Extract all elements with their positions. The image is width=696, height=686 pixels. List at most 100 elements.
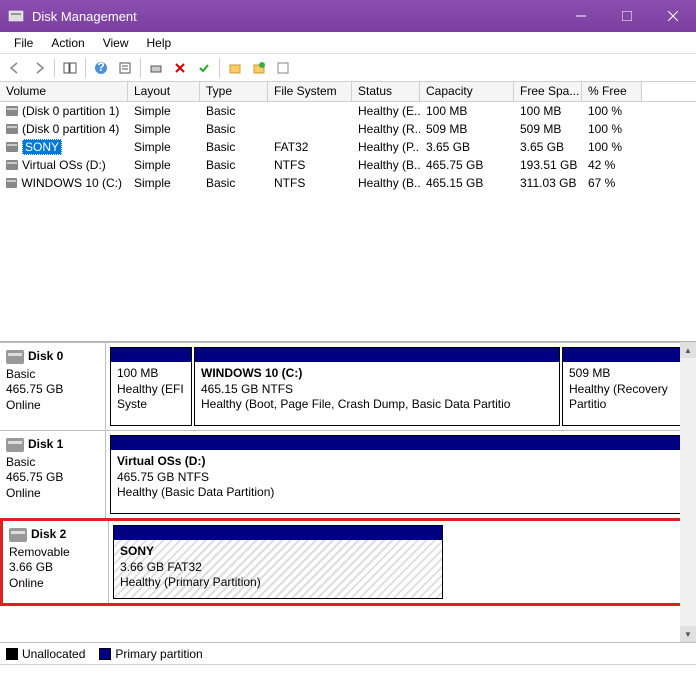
disk-status: Online	[6, 486, 99, 502]
partition-d1-p0[interactable]: Virtual OSs (D:)465.75 GB NTFSHealthy (B…	[110, 435, 692, 514]
action-button[interactable]	[145, 57, 167, 79]
partition-d0-p1[interactable]: WINDOWS 10 (C:)465.15 GB NTFSHealthy (Bo…	[194, 347, 560, 426]
volume-name: Virtual OSs (D:)	[22, 158, 106, 172]
svg-text:?: ?	[97, 61, 104, 74]
disk-name: Disk 0	[28, 349, 63, 365]
disk-size: 465.75 GB	[6, 470, 99, 486]
volume-row[interactable]: (Disk 0 partition 1) SimpleBasic Healthy (…	[0, 102, 696, 120]
back-button[interactable]	[4, 57, 26, 79]
cell-status: Healthy (R...	[352, 122, 420, 136]
properties-button[interactable]	[272, 57, 294, 79]
menu-bar: File Action View Help	[0, 32, 696, 54]
cell-free: 100 MB	[514, 104, 582, 118]
menu-file[interactable]: File	[6, 34, 41, 52]
cell-capacity: 509 MB	[420, 122, 514, 136]
toolbar: ?	[0, 54, 696, 82]
partition-d0-p2[interactable]: 509 MBHealthy (Recovery Partitio	[562, 347, 692, 426]
volume-list: Volume Layout Type File System Status Ca…	[0, 82, 696, 342]
maximize-button[interactable]	[604, 0, 650, 32]
menu-help[interactable]: Help	[139, 34, 180, 52]
disk-status: Online	[6, 398, 99, 414]
disk-type: Basic	[6, 455, 99, 471]
cell-layout: Simple	[128, 158, 200, 172]
disk-label-0[interactable]: Disk 0 Basic 465.75 GB Online	[0, 343, 106, 430]
col-free[interactable]: Free Spa...	[514, 82, 582, 101]
volume-icon	[6, 178, 17, 188]
cell-layout: Simple	[128, 122, 200, 136]
new-folder-button[interactable]	[224, 57, 246, 79]
col-type[interactable]: Type	[200, 82, 268, 101]
show-hide-console-button[interactable]	[59, 57, 81, 79]
disk-name: Disk 2	[31, 527, 66, 543]
volume-row[interactable]: WINDOWS 10 (C:)SimpleBasicNTFSHealthy (B…	[0, 174, 696, 192]
disk-label-1[interactable]: Disk 1 Basic 465.75 GB Online	[0, 431, 106, 518]
volume-list-header: Volume Layout Type File System Status Ca…	[0, 82, 696, 102]
cell-fs: FAT32	[268, 140, 352, 154]
disk-name: Disk 1	[28, 437, 63, 453]
cell-layout: Simple	[128, 140, 200, 154]
disk-label-2[interactable]: Disk 2 Removable 3.66 GB Online	[3, 521, 109, 603]
approve-button[interactable]	[193, 57, 215, 79]
volume-row[interactable]: (Disk 0 partition 4)SimpleBasicHealthy (…	[0, 120, 696, 138]
scroll-down-button[interactable]: ▼	[680, 626, 696, 642]
cell-status: Healthy (E...	[352, 104, 420, 118]
legend-label: Unallocated	[22, 647, 85, 661]
volume-name: (Disk 0 partition 1)	[22, 104, 119, 118]
disk-icon	[6, 438, 24, 452]
forward-button[interactable]	[28, 57, 50, 79]
col-capacity[interactable]: Capacity	[420, 82, 514, 101]
cell-type: Basic	[200, 104, 268, 118]
close-button[interactable]	[650, 0, 696, 32]
window-title: Disk Management	[32, 9, 558, 24]
help-button[interactable]: ?	[90, 57, 112, 79]
settings-button[interactable]	[114, 57, 136, 79]
cell-status: Healthy (P...	[352, 140, 420, 154]
scroll-up-button[interactable]: ▲	[680, 342, 696, 358]
disk-icon	[9, 528, 27, 542]
new-item-button[interactable]	[248, 57, 270, 79]
cell-status: Healthy (B...	[352, 176, 420, 190]
legend-label: Primary partition	[115, 647, 202, 661]
legend-swatch-primary	[99, 648, 111, 660]
disk-size: 3.66 GB	[9, 560, 102, 576]
disk-row-2: Disk 2 Removable 3.66 GB Online SONY3.66…	[0, 518, 696, 606]
minimize-button[interactable]	[558, 0, 604, 32]
volume-row[interactable]: SONYSimpleBasicFAT32Healthy (P...3.65 GB…	[0, 138, 696, 156]
menu-action[interactable]: Action	[43, 34, 92, 52]
disk-row-1: Disk 1 Basic 465.75 GB Online Virtual OS…	[0, 430, 696, 518]
delete-button[interactable]	[169, 57, 191, 79]
col-volume[interactable]: Volume	[0, 82, 128, 101]
col-filesystem[interactable]: File System	[268, 82, 352, 101]
volume-row[interactable]: Virtual OSs (D:)SimpleBasicNTFSHealthy (…	[0, 156, 696, 174]
cell-free: 509 MB	[514, 122, 582, 136]
disk-type: Basic	[6, 367, 99, 383]
legend-swatch-unallocated	[6, 648, 18, 660]
disk-size: 465.75 GB	[6, 382, 99, 398]
cell-free: 193.51 GB	[514, 158, 582, 172]
cell-layout: Simple	[128, 104, 200, 118]
cell-layout: Simple	[128, 176, 200, 190]
partition-d0-p0[interactable]: 100 MBHealthy (EFI Syste	[110, 347, 192, 426]
menu-view[interactable]: View	[95, 34, 137, 52]
title-bar: Disk Management	[0, 0, 696, 32]
status-bar	[0, 664, 696, 684]
vertical-scrollbar[interactable]: ▲ ▼	[680, 342, 696, 642]
volume-icon	[6, 160, 18, 170]
cell-free: 311.03 GB	[514, 176, 582, 190]
cell-status: Healthy (B...	[352, 158, 420, 172]
volume-name: SONY	[22, 139, 62, 155]
col-layout[interactable]: Layout	[128, 82, 200, 101]
disk-row-0: Disk 0 Basic 465.75 GB Online 100 MBHeal…	[0, 342, 696, 430]
cell-type: Basic	[200, 140, 268, 154]
app-icon	[8, 8, 24, 24]
col-status[interactable]: Status	[352, 82, 420, 101]
cell-pct: 100 %	[582, 122, 642, 136]
cell-pct: 100 %	[582, 140, 642, 154]
cell-pct: 42 %	[582, 158, 642, 172]
col-percent[interactable]: % Free	[582, 82, 642, 101]
partition-d2-p0[interactable]: SONY3.66 GB FAT32Healthy (Primary Partit…	[113, 525, 443, 599]
legend: Unallocated Primary partition	[0, 642, 696, 664]
volume-name: (Disk 0 partition 4)	[22, 122, 119, 136]
cell-type: Basic	[200, 176, 268, 190]
cell-type: Basic	[200, 158, 268, 172]
